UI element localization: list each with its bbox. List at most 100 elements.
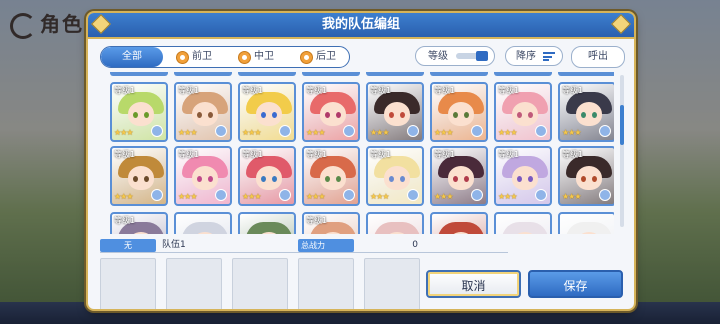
- character-card[interactable]: [174, 212, 232, 234]
- position-icon: [300, 50, 313, 64]
- rarity-stars: ★★★: [114, 192, 133, 201]
- character-card[interactable]: 等级1 ★★★: [494, 146, 552, 206]
- rarity-stars: ★★★: [434, 128, 453, 137]
- portrait-eye: [208, 112, 213, 118]
- card-level: 等级1: [306, 150, 328, 159]
- card-level: 等级1: [434, 150, 456, 159]
- portrait-face: [384, 102, 410, 126]
- team-slot-3[interactable]: [232, 258, 288, 309]
- card-level: 等级1: [242, 150, 264, 159]
- rarity-stars: ★★★: [562, 192, 581, 201]
- character-card[interactable]: 等级1 ★★★: [366, 146, 424, 206]
- scrollbar-thumb[interactable]: [620, 105, 624, 145]
- card-level: 等级1: [434, 86, 456, 95]
- team-slot-1[interactable]: [100, 258, 156, 309]
- character-card[interactable]: 等级1 ★★★: [302, 146, 360, 206]
- portrait-face: [512, 102, 538, 126]
- card-level: 等级1: [306, 216, 328, 225]
- rarity-stars: ★★★: [242, 192, 261, 201]
- card-level: 等级1: [562, 150, 584, 159]
- rarity-stars: ★★★: [498, 128, 517, 137]
- character-card[interactable]: 等级1 ★★★: [302, 82, 360, 142]
- role-icon: [343, 189, 355, 201]
- portrait-eye: [400, 112, 405, 118]
- portrait-eye: [453, 176, 458, 182]
- portrait-eye: [528, 112, 533, 118]
- card-level: 等级1: [370, 86, 392, 95]
- team-name: 队伍1: [162, 240, 186, 250]
- character-card[interactable]: 等级1 ★★★: [366, 82, 424, 142]
- card-level: 等级1: [242, 86, 264, 95]
- portrait-face: [448, 102, 474, 126]
- rarity-stars: ★★★: [434, 192, 453, 201]
- tab-middle[interactable]: 中卫: [225, 47, 287, 67]
- character-card[interactable]: 等级1 ★★★: [238, 82, 296, 142]
- portrait-face: [128, 102, 154, 126]
- team-slot-4[interactable]: [298, 258, 354, 309]
- card-edge: [366, 72, 424, 76]
- save-button[interactable]: 保存: [528, 270, 623, 298]
- character-card[interactable]: 等级1 ★★★: [110, 82, 168, 142]
- portrait-eye: [208, 176, 213, 182]
- character-card[interactable]: 等级1 ★★★: [174, 82, 232, 142]
- role-icon: [343, 125, 355, 137]
- character-card[interactable]: [494, 212, 552, 234]
- character-card[interactable]: 等级1: [110, 212, 168, 234]
- portrait-face: [128, 166, 154, 190]
- role-icon: [599, 125, 611, 137]
- card-level: 等级1: [562, 86, 584, 95]
- team-edit-dialog: 我的队伍编组 全部 前卫 中卫 后卫 等级 降序 呼出 等级1 ★★★ 等级1 ★★★…: [88, 13, 634, 309]
- character-card[interactable]: 等级1 ★★★: [110, 146, 168, 206]
- portrait-face: [576, 166, 602, 190]
- character-card[interactable]: [430, 212, 488, 234]
- call-button[interactable]: 呼出: [571, 46, 625, 68]
- role-icon: [279, 189, 291, 201]
- team-slot-5[interactable]: [364, 258, 420, 309]
- portrait-eye: [144, 176, 149, 182]
- team-tag: 无: [100, 239, 156, 252]
- scrollbar[interactable]: [620, 75, 624, 227]
- portrait-eye: [592, 112, 597, 118]
- character-grid: 等级1 ★★★ 等级1 ★★★ 等级1 ★★★ 等级1 ★★★ 等级1 ★★★ 等级1 ★★★ 等级1 ★…: [100, 72, 614, 234]
- divider: [100, 252, 508, 253]
- card-level: 等级1: [306, 86, 328, 95]
- character-card[interactable]: 等级1 ★★★: [174, 146, 232, 206]
- portrait-eye: [581, 176, 586, 182]
- portrait-face: [576, 102, 602, 126]
- role-icon: [151, 125, 163, 137]
- rarity-stars: ★★★: [114, 128, 133, 137]
- character-card[interactable]: [238, 212, 296, 234]
- ornament-icon: [91, 14, 111, 34]
- character-card[interactable]: 等级1 ★★★: [558, 146, 614, 206]
- card-edge: [494, 72, 552, 76]
- portrait-face: [256, 102, 282, 126]
- role-icon: [471, 125, 483, 137]
- portrait-eye: [389, 176, 394, 182]
- portrait-eye: [453, 112, 458, 118]
- character-card[interactable]: 等级1 ★★★: [558, 82, 614, 142]
- role-icon: [407, 125, 419, 137]
- team-slot-2[interactable]: [166, 258, 222, 309]
- role-icon: [535, 189, 547, 201]
- portrait-face: [320, 102, 346, 126]
- portrait-eye: [144, 112, 149, 118]
- character-card[interactable]: 等级1 ★★★: [238, 146, 296, 206]
- cancel-button[interactable]: 取消: [426, 270, 521, 298]
- character-card[interactable]: 等级1 ★★★: [430, 146, 488, 206]
- portrait-eye: [272, 176, 277, 182]
- character-card[interactable]: 等级1 ★★★: [494, 82, 552, 142]
- role-icon: [279, 125, 291, 137]
- role-icon: [215, 189, 227, 201]
- character-card[interactable]: [558, 212, 614, 234]
- portrait-face: [192, 166, 218, 190]
- level-toggle[interactable]: 等级: [415, 46, 495, 66]
- portrait-eye: [261, 112, 266, 118]
- tab-back[interactable]: 后卫: [287, 47, 349, 67]
- character-card[interactable]: 等级1 ★★★: [430, 82, 488, 142]
- tab-all[interactable]: 全部: [101, 47, 163, 67]
- rarity-stars: ★★★: [306, 192, 325, 201]
- tab-front[interactable]: 前卫: [163, 47, 225, 67]
- character-card[interactable]: [366, 212, 424, 234]
- character-card[interactable]: 等级1: [302, 212, 360, 234]
- sort-button[interactable]: 降序: [505, 46, 563, 66]
